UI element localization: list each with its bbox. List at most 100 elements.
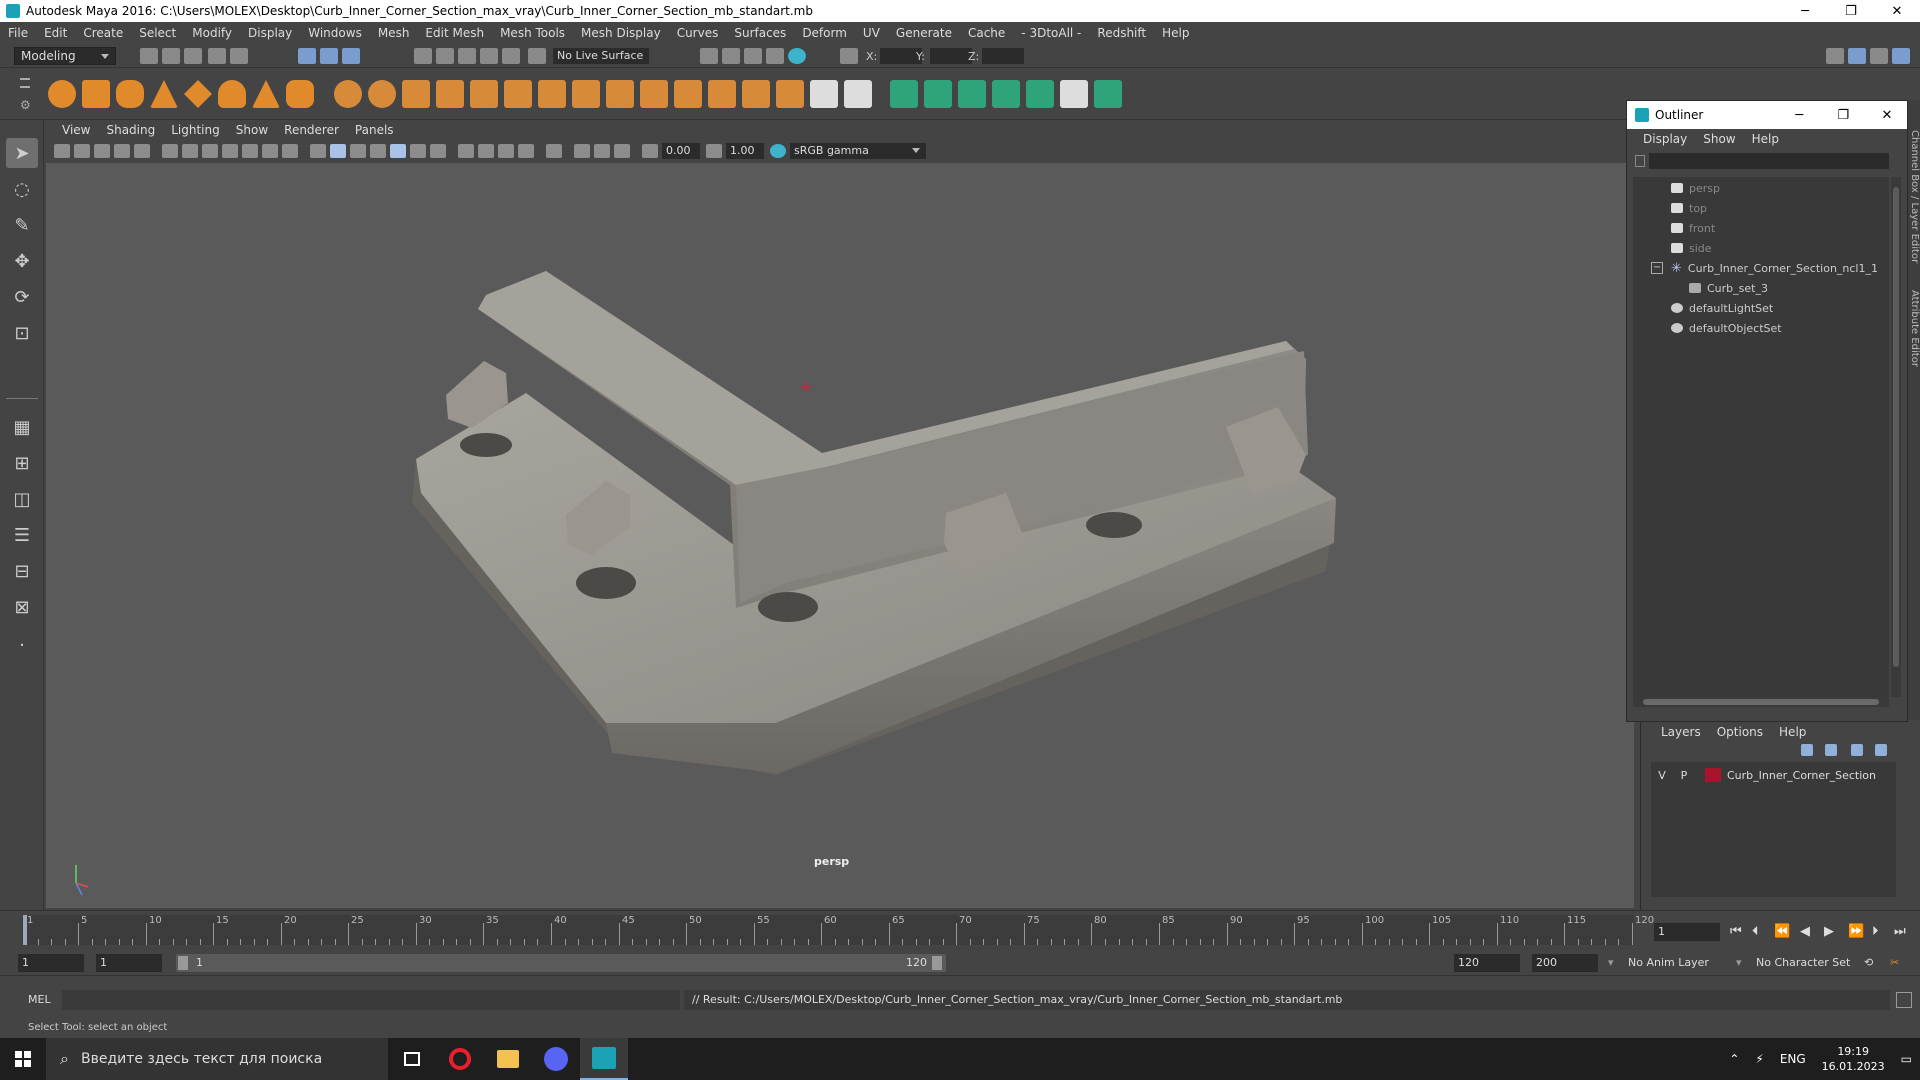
select-camera-icon[interactable]: [54, 144, 70, 158]
menu-curves[interactable]: Curves: [669, 26, 727, 40]
vp-menu-panels[interactable]: Panels: [347, 123, 402, 137]
tray-chevron-icon[interactable]: ⌃: [1721, 1052, 1747, 1066]
shelf-menu-icon[interactable]: [20, 78, 30, 88]
layer-menu-options[interactable]: Options: [1709, 725, 1771, 739]
opera-button[interactable]: [436, 1038, 484, 1080]
fill-hole-icon[interactable]: [606, 80, 634, 108]
poly-sphere-icon[interactable]: [48, 80, 76, 108]
poly-cylinder-icon[interactable]: [116, 80, 144, 108]
channel-box-tab[interactable]: Channel Box / Layer Editor: [1908, 130, 1920, 263]
vp-menu-view[interactable]: View: [54, 123, 98, 137]
range-start-handle[interactable]: [178, 956, 188, 970]
safe-action-icon[interactable]: [262, 144, 278, 158]
vp-menu-lighting[interactable]: Lighting: [163, 123, 228, 137]
outliner-item-persp[interactable]: persp: [1671, 179, 1720, 197]
film-gate-icon[interactable]: [182, 144, 198, 158]
outliner-item-curb-group[interactable]: − ✳ Curb_Inner_Corner_Section_ncl1_1: [1651, 259, 1878, 277]
menu-uv[interactable]: UV: [855, 26, 888, 40]
bookmarks-icon[interactable]: [94, 144, 110, 158]
separate-icon[interactable]: [368, 80, 396, 108]
select-tool-icon[interactable]: ➤: [6, 138, 38, 168]
snap-grid-icon[interactable]: [414, 48, 432, 64]
render-view-icon[interactable]: [700, 48, 718, 64]
attribute-editor-toggle-icon[interactable]: [1848, 48, 1866, 64]
wireframe-icon[interactable]: [310, 144, 326, 158]
restore-button[interactable]: ❐: [1828, 0, 1874, 22]
gamma-field[interactable]: 1.00: [726, 143, 764, 159]
outliner-item-front[interactable]: front: [1671, 219, 1715, 237]
vp-menu-show[interactable]: Show: [228, 123, 276, 137]
outliner-vertical-scrollbar[interactable]: [1891, 177, 1901, 697]
outliner-item-curb-set[interactable]: Curb_set_3: [1689, 279, 1768, 297]
hypershade-layout-icon[interactable]: ⊠: [6, 592, 38, 622]
play-forwards-icon[interactable]: ▶: [1824, 924, 1834, 939]
auto-key-icon[interactable]: ⟲: [1864, 954, 1873, 972]
outliner-menu-help[interactable]: Help: [1744, 132, 1787, 146]
xray-active-icon[interactable]: [594, 144, 610, 158]
outliner-item-default-light-set[interactable]: defaultLightSet: [1671, 299, 1773, 317]
redo-icon[interactable]: [230, 48, 248, 64]
graph-editor-layout-icon[interactable]: ⊟: [6, 556, 38, 586]
play-backwards-icon[interactable]: ◀: [1800, 924, 1810, 939]
outliner-maximize-button[interactable]: ❐: [1823, 108, 1863, 123]
menu-surfaces[interactable]: Surfaces: [726, 26, 794, 40]
character-set-dropdown[interactable]: No Character Set: [1756, 954, 1850, 972]
bridge-icon[interactable]: [436, 80, 464, 108]
current-time-indicator[interactable]: [23, 915, 27, 945]
select-hierarchy-icon[interactable]: [298, 48, 316, 64]
render-settings-icon[interactable]: [766, 48, 784, 64]
menu-deform[interactable]: Deform: [794, 26, 855, 40]
single-perspective-layout-icon[interactable]: ▦: [6, 412, 38, 442]
taskbar-search[interactable]: ⌕ Введите здесь текст для поиска: [46, 1038, 388, 1080]
textured-icon[interactable]: [390, 144, 406, 158]
poly-cube-icon[interactable]: [82, 80, 110, 108]
modeling-toolkit-icon[interactable]: [1826, 48, 1844, 64]
time-slider-track[interactable]: 1 5 10 15 20 25 30 35 40 45 50 55 60 65 70 75 80 85 90 95 10…: [22, 915, 1654, 945]
clock[interactable]: 19:19 16.01.2023: [1814, 1044, 1893, 1074]
menu-help[interactable]: Help: [1154, 26, 1197, 40]
target-weld-icon[interactable]: [640, 80, 668, 108]
use-all-lights-icon[interactable]: [410, 144, 426, 158]
language-indicator[interactable]: ENG: [1772, 1052, 1814, 1066]
outliner-item-side[interactable]: side: [1671, 239, 1712, 257]
layer-row[interactable]: V P Curb_Inner_Corner_Section: [1651, 766, 1896, 784]
character-set-dropdown-arrow-icon[interactable]: ▾: [1736, 954, 1742, 972]
go-to-start-icon[interactable]: ⏮: [1730, 924, 1742, 939]
snap-surface-icon[interactable]: [502, 48, 520, 64]
spherical-map-icon[interactable]: [992, 80, 1020, 108]
range-end-handle[interactable]: [932, 956, 942, 970]
animation-preferences-icon[interactable]: ✂: [1890, 954, 1899, 972]
smooth-icon[interactable]: [504, 80, 532, 108]
start-button[interactable]: [0, 1038, 46, 1080]
checker-icon[interactable]: [1060, 80, 1088, 108]
camera-attributes-icon[interactable]: [74, 144, 90, 158]
poly-cone-icon[interactable]: [150, 80, 178, 108]
depth-of-field-icon[interactable]: [518, 144, 534, 158]
scale-tool-icon[interactable]: ⊡: [6, 318, 38, 348]
outliner-item-default-object-set[interactable]: defaultObjectSet: [1671, 319, 1782, 337]
task-view-button[interactable]: [388, 1038, 436, 1080]
default-material-icon[interactable]: [350, 144, 366, 158]
network-icon[interactable]: ⚡: [1747, 1052, 1771, 1066]
playback-end-field[interactable]: 120: [1454, 954, 1520, 972]
gamma-icon[interactable]: [706, 144, 722, 158]
motion-blur-icon[interactable]: [478, 144, 494, 158]
side-by-side-layout-icon[interactable]: ◫: [6, 484, 38, 514]
render-current-icon[interactable]: [722, 48, 740, 64]
menu-windows[interactable]: Windows: [300, 26, 370, 40]
mel-input[interactable]: [62, 990, 680, 1010]
new-layer-icon[interactable]: [1851, 744, 1863, 756]
poly-plane-icon[interactable]: [184, 80, 212, 108]
notification-icon[interactable]: ▭: [1893, 1052, 1920, 1066]
gate-mask-icon[interactable]: [222, 144, 238, 158]
ipr-render-icon[interactable]: [744, 48, 762, 64]
menu-file[interactable]: File: [0, 26, 36, 40]
minimize-button[interactable]: ─: [1782, 0, 1828, 22]
shadows-icon[interactable]: [430, 144, 446, 158]
select-component-icon[interactable]: [342, 48, 360, 64]
go-to-end-icon[interactable]: ⏭: [1894, 924, 1906, 939]
anti-aliasing-icon[interactable]: [498, 144, 514, 158]
script-editor-icon[interactable]: [1896, 992, 1912, 1008]
menu-select[interactable]: Select: [131, 26, 184, 40]
hypershade-icon[interactable]: [788, 48, 806, 64]
